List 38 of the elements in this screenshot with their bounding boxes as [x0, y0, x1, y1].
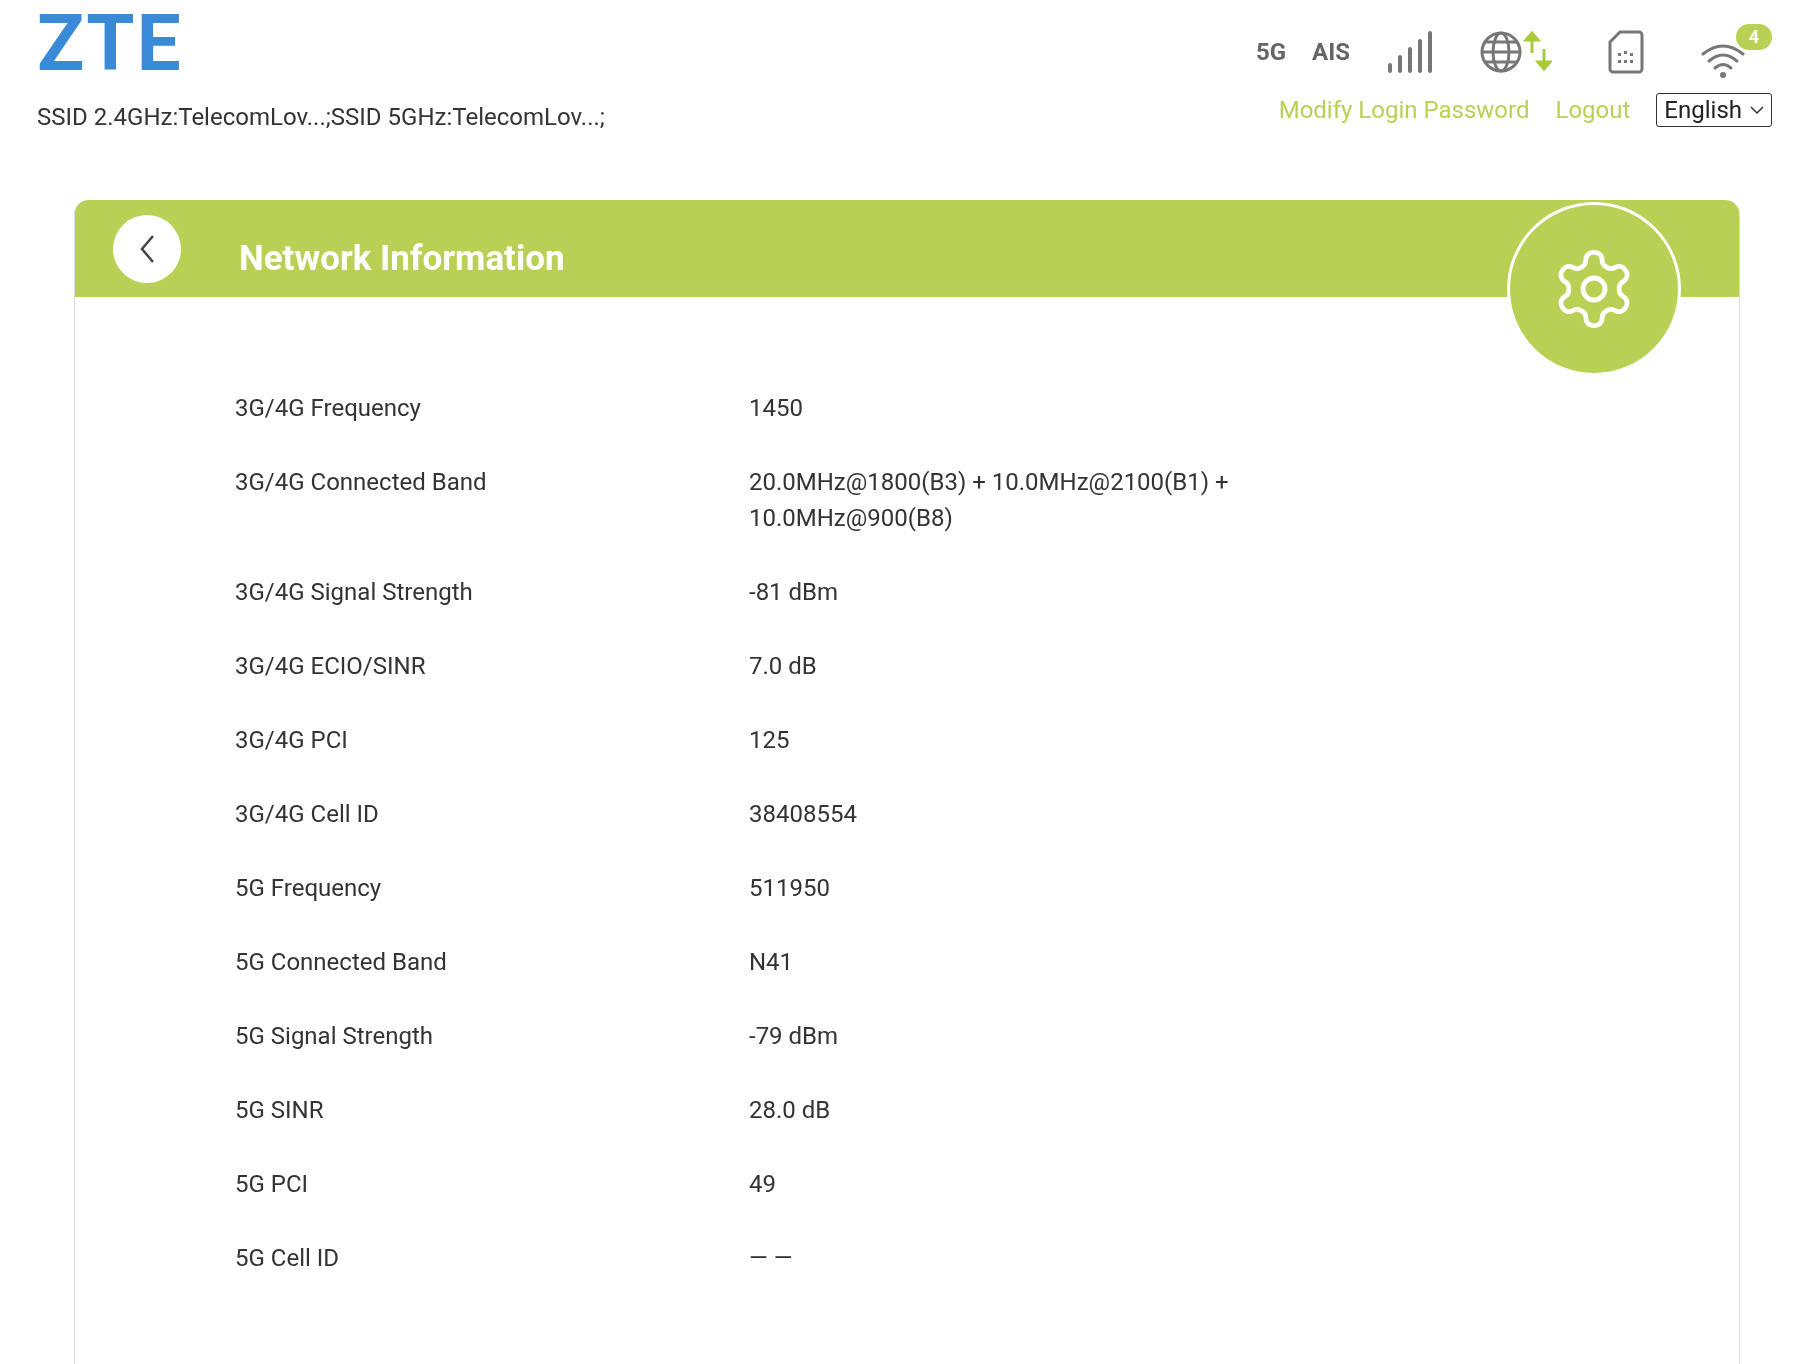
field-value: — — [749, 1243, 794, 1274]
panel-title: Network Information [239, 237, 565, 282]
field-label: 5G SINR [235, 1095, 325, 1126]
operator-name: AIS [1312, 37, 1350, 68]
field-value: -79 dBm [749, 1021, 840, 1052]
field-value: 511950 [749, 873, 831, 904]
network-type: 5G [1255, 37, 1287, 68]
language-select[interactable]: English [1656, 93, 1772, 127]
field-label: 5G Connected Band [235, 947, 448, 978]
field-value: 1450 [749, 393, 804, 424]
field-label: 5G Frequency [235, 873, 383, 904]
chevron-down-icon [1750, 105, 1764, 115]
client-count-badge: 4 [1735, 24, 1772, 50]
field-value: 20.0MHz@1800(B3) + 10.0MHz@2100(B1) + 10.0MHz@900(B8) [749, 467, 1230, 534]
field-value: N41 [749, 947, 795, 978]
field-value: -81 dBm [749, 577, 840, 608]
chevron-left-icon [139, 233, 155, 264]
field-label: 5G Cell ID [235, 1243, 341, 1274]
signal-bars-icon [1386, 29, 1434, 75]
field-label: 3G/4G Frequency [235, 393, 422, 424]
modify-password-link[interactable]: Modify Login Password [1278, 92, 1530, 128]
field-value: 49 [749, 1169, 777, 1200]
field-label: 3G/4G PCI [235, 725, 349, 756]
zte-logo: ZTE [37, 10, 183, 78]
field-value: 28.0 dB [749, 1095, 832, 1126]
sim-card-icon [1608, 29, 1644, 75]
field-value: 7.0 dB [749, 651, 818, 682]
logout-link[interactable]: Logout [1555, 92, 1631, 128]
field-value: 38408554 [749, 799, 858, 830]
field-value: 125 [749, 725, 791, 756]
ssid-text: SSID 2.4GHz:TelecomLov...;SSID 5GHz:TelecomLov...; [37, 102, 605, 132]
field-label: 3G/4G Cell ID [235, 799, 380, 830]
field-label: 5G PCI [235, 1169, 310, 1200]
field-label: 3G/4G Signal Strength [235, 577, 474, 608]
globe-arrows-icon [1480, 29, 1552, 75]
field-label: 5G Signal Strength [235, 1021, 434, 1052]
field-label: 3G/4G Connected Band [235, 467, 488, 498]
field-label: 3G/4G ECIO/SINR [235, 651, 427, 682]
